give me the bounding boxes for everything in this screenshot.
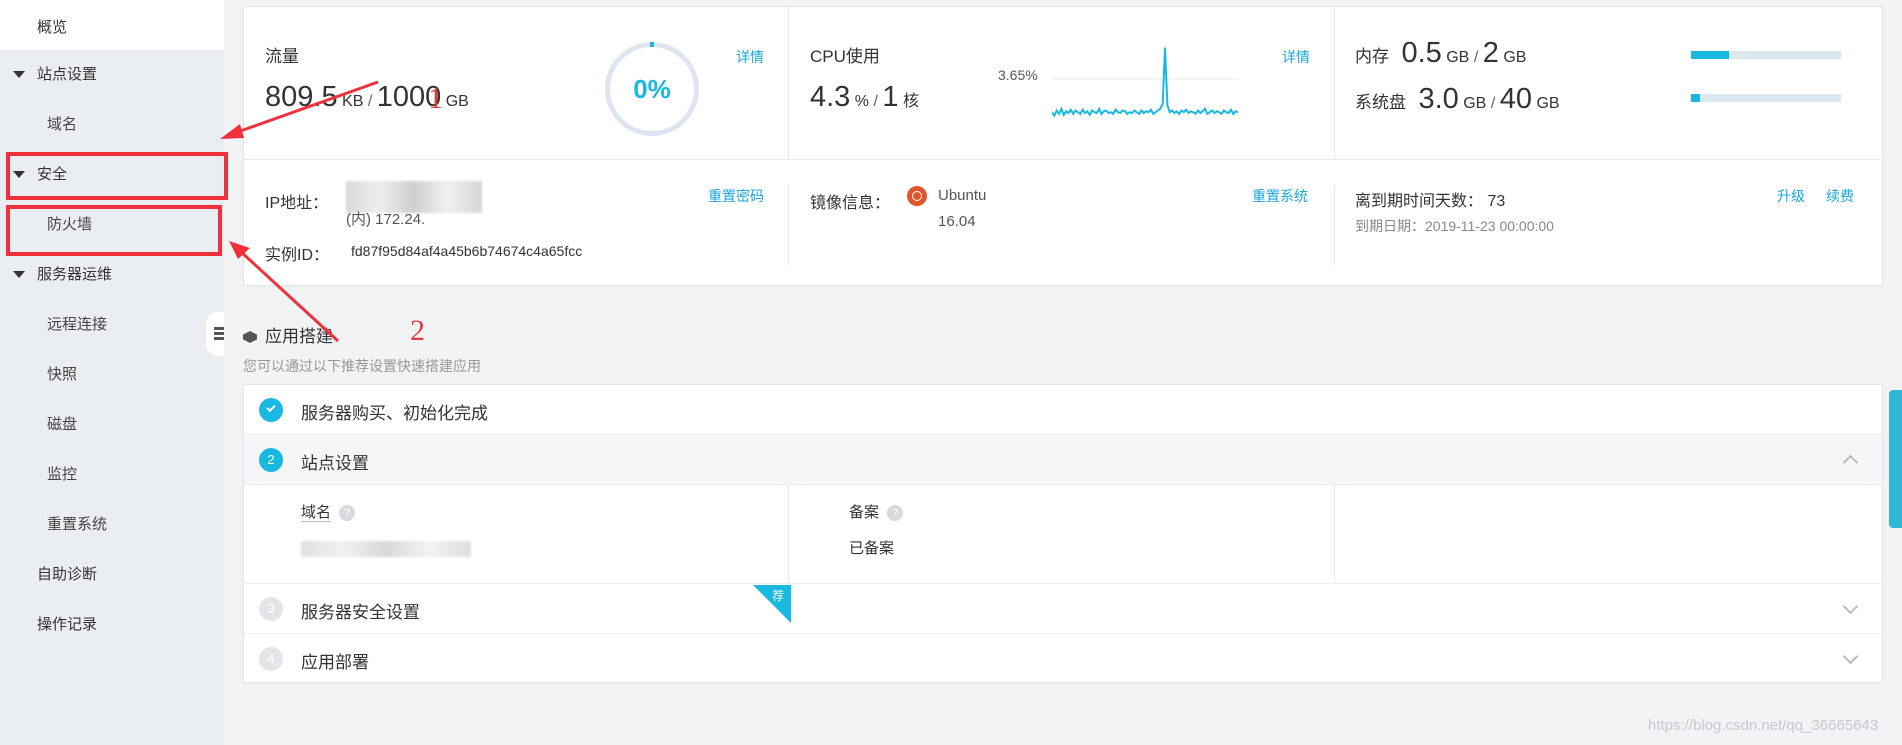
annotation-arrow-1 — [231, 80, 379, 136]
annotation-number-2: 2 — [410, 314, 425, 347]
annotation-arrow-2 — [238, 249, 340, 343]
floating-help-tab[interactable] — [1889, 390, 1902, 528]
watermark: https://blog.csdn.net/qq_36665643 — [1648, 717, 1879, 734]
annotation-arrowhead-1 — [220, 124, 244, 139]
annotation-number-1: 1 — [428, 82, 443, 115]
annotation-arrows — [220, 80, 379, 343]
